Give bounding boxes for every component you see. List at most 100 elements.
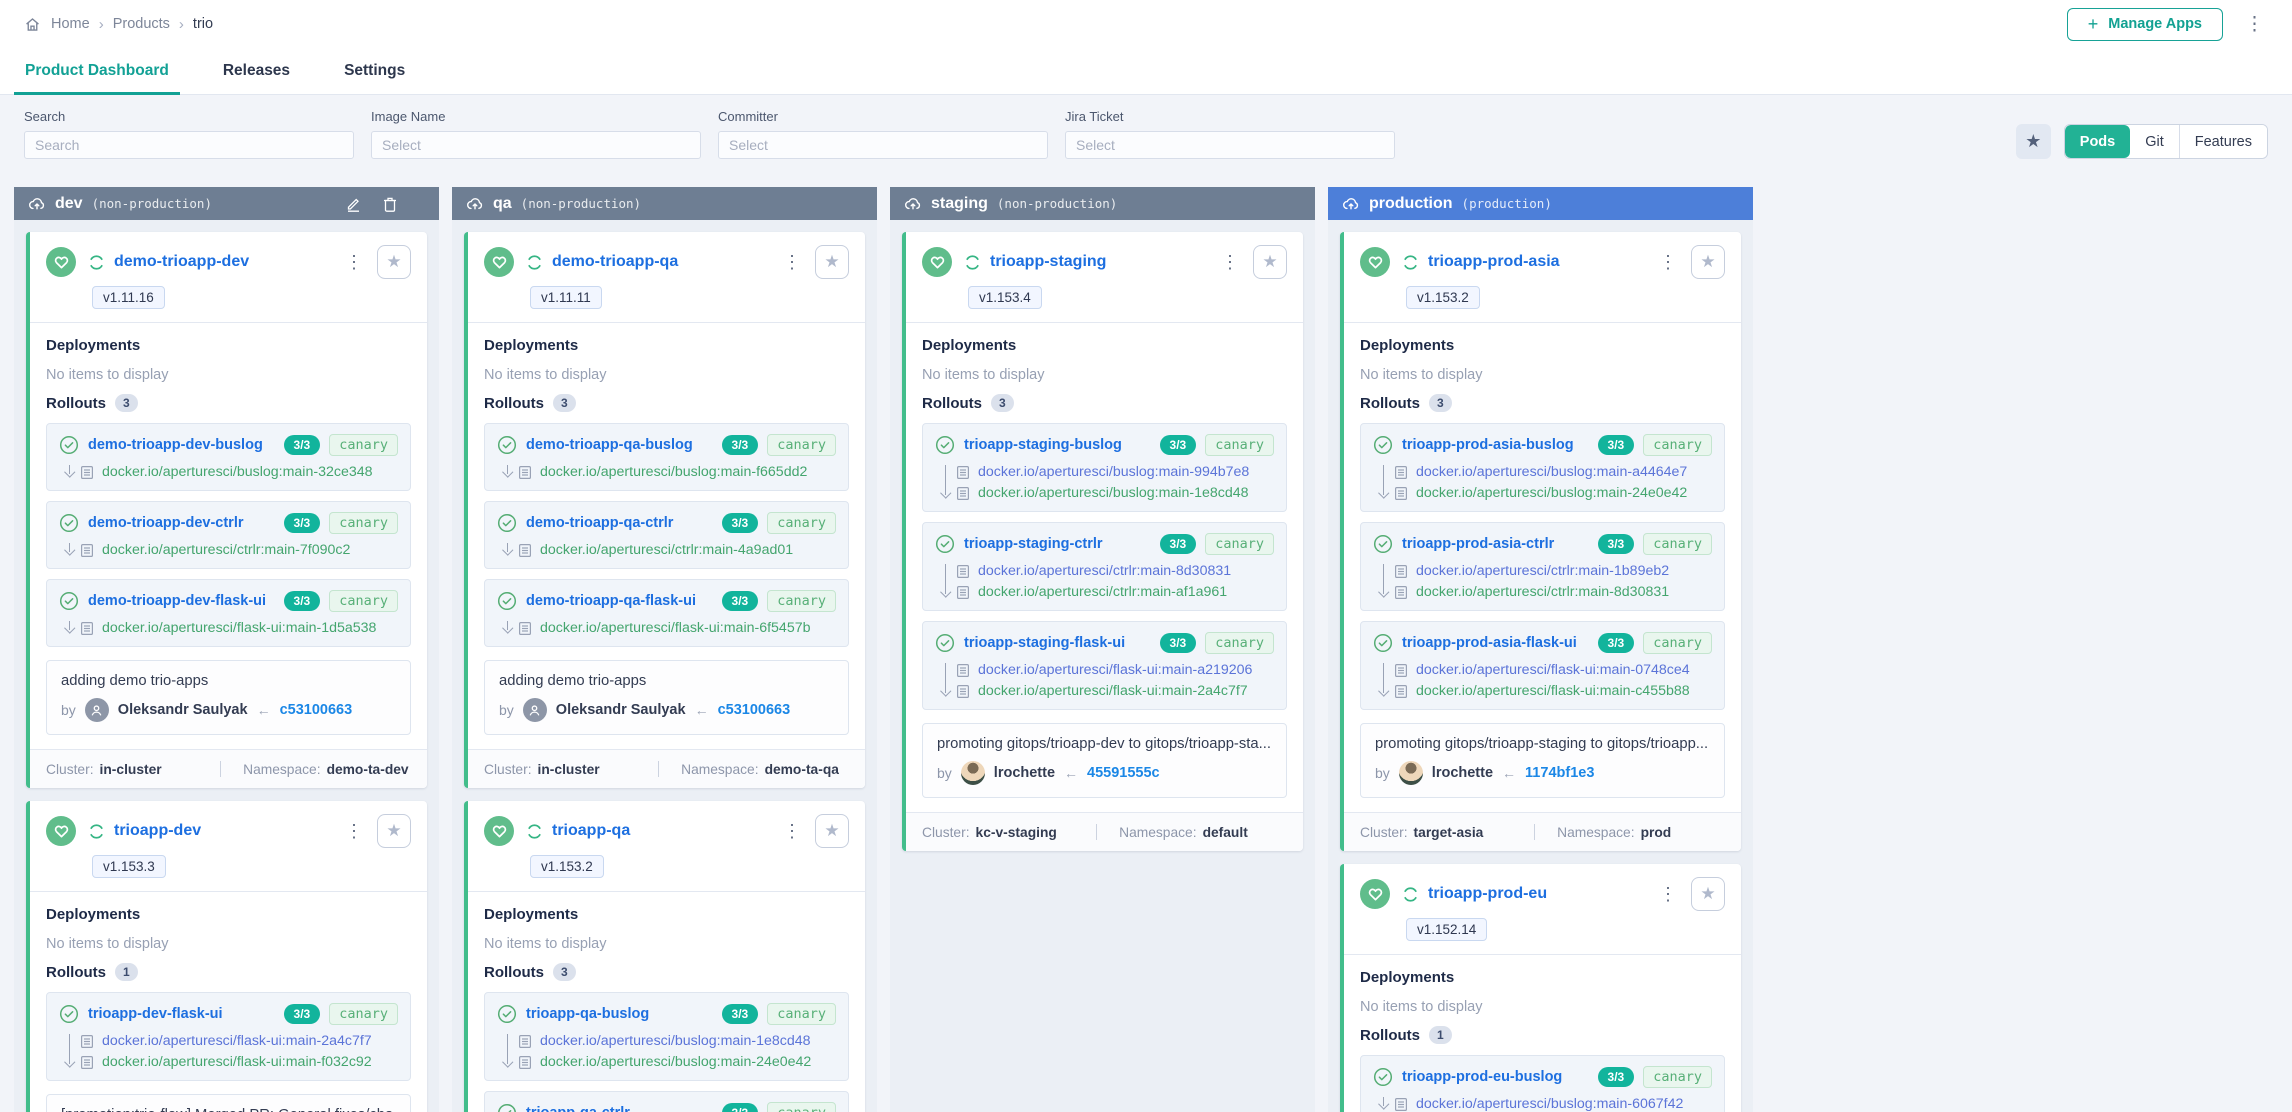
rollout-name-link[interactable]: trioapp-prod-eu-buslog xyxy=(1402,1069,1589,1085)
rollout-strategy-chip: canary xyxy=(1643,434,1712,456)
card-kebab-menu[interactable]: ⋮ xyxy=(339,252,369,273)
application-card: demo-trioapp-dev ⋮ ★ v1.11.16 Deployment… xyxy=(26,232,427,788)
page-kebab-menu[interactable]: ⋮ xyxy=(2239,13,2270,36)
breadcrumb-products[interactable]: Products xyxy=(113,16,170,32)
cluster-label: Cluster: xyxy=(484,762,532,777)
image-name-link[interactable]: docker.io/aperturesci/flask-ui:main-1d5a… xyxy=(102,620,376,636)
app-name-link[interactable]: demo-trioapp-dev xyxy=(114,253,249,271)
view-mode-git[interactable]: Git xyxy=(2130,125,2180,158)
card-star-button[interactable]: ★ xyxy=(377,245,411,279)
view-mode-toggle: Pods Git Features xyxy=(2064,124,2268,159)
commit-hash-link[interactable]: c53100663 xyxy=(280,702,353,718)
image-name-link[interactable]: docker.io/aperturesci/buslog:main-a4464e… xyxy=(1416,464,1687,480)
image-name-link[interactable]: docker.io/aperturesci/flask-ui:main-c455… xyxy=(1416,683,1690,699)
breadcrumb-home[interactable]: Home xyxy=(51,16,90,32)
card-kebab-menu[interactable]: ⋮ xyxy=(777,821,807,842)
rollout-name-link[interactable]: trioapp-prod-asia-buslog xyxy=(1402,437,1589,453)
edit-environment-button[interactable] xyxy=(346,196,361,212)
rollout-name-link[interactable]: demo-trioapp-dev-ctrlr xyxy=(88,515,275,531)
image-name-link[interactable]: docker.io/aperturesci/buslog:main-1e8cd4… xyxy=(540,1033,811,1049)
image-name-link[interactable]: docker.io/aperturesci/ctrlr:main-8d30831 xyxy=(978,563,1231,579)
card-star-button[interactable]: ★ xyxy=(377,814,411,848)
app-name-link[interactable]: trioapp-qa xyxy=(552,822,630,840)
image-name-link[interactable]: docker.io/aperturesci/buslog:main-1e8cd4… xyxy=(978,485,1249,501)
image-name-link[interactable]: docker.io/aperturesci/ctrlr:main-1b89eb2 xyxy=(1416,563,1669,579)
rollout-name-link[interactable]: trioapp-prod-asia-ctrlr xyxy=(1402,536,1589,552)
card-star-button[interactable]: ★ xyxy=(1691,877,1725,911)
search-input[interactable] xyxy=(24,131,354,159)
image-name-link[interactable]: docker.io/aperturesci/ctrlr:main-7f090c2 xyxy=(102,542,350,558)
commit-message: [promotion:trio-flow] Merged PR: General… xyxy=(61,1107,396,1112)
rollout-name-link[interactable]: trioapp-staging-flask-ui xyxy=(964,635,1151,651)
card-kebab-menu[interactable]: ⋮ xyxy=(1653,252,1683,273)
rollout-name-link[interactable]: demo-trioapp-qa-flask-ui xyxy=(526,593,713,609)
image-name-link[interactable]: docker.io/aperturesci/flask-ui:main-a219… xyxy=(978,662,1252,678)
image-name-link[interactable]: docker.io/aperturesci/flask-ui:main-2a4c… xyxy=(102,1033,372,1049)
image-name-link[interactable]: docker.io/aperturesci/flask-ui:main-6f54… xyxy=(540,620,811,636)
image-name-link[interactable]: docker.io/aperturesci/buslog:main-32ce34… xyxy=(102,464,373,480)
commit-hash-link[interactable]: c53100663 xyxy=(718,702,791,718)
deployments-empty-text: No items to display xyxy=(1360,999,1725,1015)
view-mode-features[interactable]: Features xyxy=(2180,125,2267,158)
card-kebab-menu[interactable]: ⋮ xyxy=(1215,252,1245,273)
view-mode-pods[interactable]: Pods xyxy=(2065,125,2130,158)
commit-author: lrochette xyxy=(1432,765,1493,781)
image-name-link[interactable]: docker.io/aperturesci/buslog:main-6067f4… xyxy=(1416,1096,1683,1112)
card-kebab-menu[interactable]: ⋮ xyxy=(1653,884,1683,905)
rollout-name-link[interactable]: demo-trioapp-dev-buslog xyxy=(88,437,275,453)
tab-settings[interactable]: Settings xyxy=(333,48,416,94)
rollout-name-link[interactable]: demo-trioapp-qa-buslog xyxy=(526,437,713,453)
committer-select[interactable] xyxy=(718,131,1048,159)
image-name-link[interactable]: docker.io/aperturesci/flask-ui:main-f032… xyxy=(102,1054,372,1070)
image-name-link[interactable]: docker.io/aperturesci/flask-ui:main-0748… xyxy=(1416,662,1690,678)
card-kebab-menu[interactable]: ⋮ xyxy=(339,821,369,842)
image-name-select[interactable] xyxy=(371,131,701,159)
rollout-name-link[interactable]: demo-trioapp-qa-ctrlr xyxy=(526,515,713,531)
app-version-chip: v1.11.11 xyxy=(530,286,602,309)
commit-hash-link[interactable]: 45591555c xyxy=(1087,765,1160,781)
app-name-link[interactable]: trioapp-staging xyxy=(990,253,1106,271)
favorites-star-button[interactable]: ★ xyxy=(2016,124,2051,159)
tab-releases[interactable]: Releases xyxy=(212,48,301,94)
image-name-link[interactable]: docker.io/aperturesci/ctrlr:main-af1a961 xyxy=(978,584,1227,600)
rollout-item: trioapp-prod-eu-buslog 3/3 canary docker… xyxy=(1360,1055,1725,1112)
cluster-meta: Cluster: kc-v-staging xyxy=(922,825,1096,840)
image-name-link[interactable]: docker.io/aperturesci/buslog:main-24e0e4… xyxy=(540,1054,811,1070)
delete-environment-button[interactable] xyxy=(383,196,397,212)
manage-apps-button[interactable]: + Manage Apps xyxy=(2067,8,2223,41)
rollout-name-link[interactable]: trioapp-dev-flask-ui xyxy=(88,1006,275,1022)
jira-ticket-select[interactable] xyxy=(1065,131,1395,159)
image-name-link[interactable]: docker.io/aperturesci/ctrlr:main-4a9ad01 xyxy=(540,542,793,558)
app-name-link[interactable]: demo-trioapp-qa xyxy=(552,253,678,271)
app-name-link[interactable]: trioapp-prod-asia xyxy=(1428,253,1560,271)
rollout-name-link[interactable]: trioapp-qa-buslog xyxy=(526,1006,713,1022)
image-name-link[interactable]: docker.io/aperturesci/buslog:main-994b7e… xyxy=(978,464,1249,480)
rollout-name-link[interactable]: trioapp-staging-buslog xyxy=(964,437,1151,453)
image-name-link[interactable]: docker.io/aperturesci/ctrlr:main-8d30831 xyxy=(1416,584,1669,600)
rollout-name-link[interactable]: trioapp-qa-ctrlr xyxy=(526,1105,713,1112)
card-star-button[interactable]: ★ xyxy=(1691,245,1725,279)
commit-hash-link[interactable]: 1174bf1e3 xyxy=(1525,765,1594,781)
rollout-name-link[interactable]: demo-trioapp-dev-flask-ui xyxy=(88,593,275,609)
topbar-actions: + Manage Apps ⋮ xyxy=(2067,8,2270,41)
card-kebab-menu[interactable]: ⋮ xyxy=(777,252,807,273)
image-name-link[interactable]: docker.io/aperturesci/buslog:main-f665dd… xyxy=(540,464,807,480)
tab-product-dashboard[interactable]: Product Dashboard xyxy=(14,48,180,94)
card-star-button[interactable]: ★ xyxy=(815,245,849,279)
rollout-title-row: trioapp-qa-ctrlr 3/3 canary xyxy=(497,1102,836,1112)
image-row: docker.io/aperturesci/buslog:main-32ce34… xyxy=(80,464,398,480)
image-name-link[interactable]: docker.io/aperturesci/flask-ui:main-2a4c… xyxy=(978,683,1248,699)
app-name-link[interactable]: trioapp-prod-eu xyxy=(1428,885,1547,903)
commit-message: promoting gitops/trioapp-staging to gito… xyxy=(1375,736,1710,752)
column-body: demo-trioapp-qa ⋮ ★ v1.11.11 Deployments… xyxy=(452,220,877,1112)
card-star-button[interactable]: ★ xyxy=(1253,245,1287,279)
environment-name: qa xyxy=(493,195,512,213)
image-name-link[interactable]: docker.io/aperturesci/buslog:main-24e0e4… xyxy=(1416,485,1687,501)
image-row: docker.io/aperturesci/buslog:main-f665dd… xyxy=(518,464,836,480)
rollout-name-link[interactable]: trioapp-staging-ctrlr xyxy=(964,536,1151,552)
rollout-name-link[interactable]: trioapp-prod-asia-flask-ui xyxy=(1402,635,1589,651)
app-name-link[interactable]: trioapp-dev xyxy=(114,822,201,840)
person-icon xyxy=(528,704,541,717)
card-star-button[interactable]: ★ xyxy=(815,814,849,848)
card-body: Deployments No items to display Rollouts… xyxy=(906,323,1303,812)
